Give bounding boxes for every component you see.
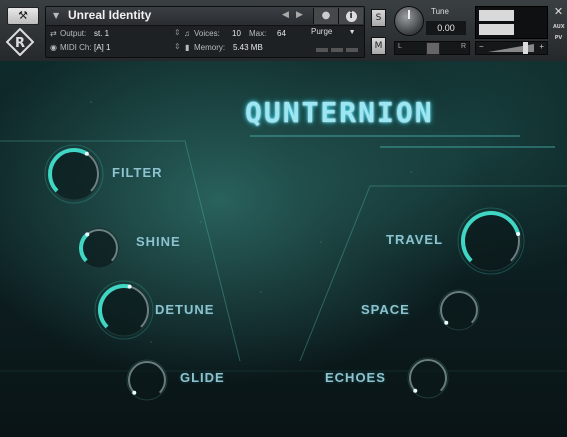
instrument-header-panel: ▼ Unreal Identity ◀ ▶ ● i ⇄ Output: st. … bbox=[45, 6, 365, 58]
level-meter bbox=[475, 6, 548, 39]
pan-slider[interactable]: L R bbox=[394, 41, 470, 55]
output-stepper-icon[interactable]: ⇕ bbox=[174, 28, 181, 37]
aux-button[interactable]: AUX bbox=[553, 24, 565, 33]
memory-icon: ▮ bbox=[185, 43, 190, 52]
wrench-icon[interactable]: ⚒ bbox=[7, 7, 39, 25]
instrument-title-row: ▼ Unreal Identity ◀ ▶ ● i bbox=[46, 7, 364, 26]
purge-label: Purge bbox=[311, 27, 333, 36]
tune-knob-pointer bbox=[408, 10, 410, 19]
mute-button[interactable]: M bbox=[371, 37, 386, 55]
voices-value: 10 bbox=[232, 29, 241, 38]
midi-channel-label: MIDI Ch: bbox=[60, 43, 92, 52]
svg-text:R: R bbox=[15, 36, 25, 51]
knob-indicator bbox=[132, 390, 137, 395]
purge-menu[interactable]: Purge ▼ bbox=[311, 27, 361, 40]
info-button[interactable]: i bbox=[338, 8, 363, 24]
next-instrument-icon[interactable]: ▶ bbox=[296, 10, 303, 20]
echoes-knob[interactable] bbox=[403, 353, 453, 403]
knob-indicator bbox=[85, 232, 90, 237]
previous-instrument-icon[interactable]: ◀ bbox=[282, 10, 289, 20]
echoes-label: ECHOES bbox=[325, 370, 386, 385]
output-arrows-icon: ⇄ bbox=[50, 29, 57, 38]
midi-icon: ◉ bbox=[50, 43, 57, 52]
volume-slider-handle[interactable] bbox=[523, 42, 528, 54]
output-label: Output: bbox=[60, 29, 87, 38]
voices-label: Voices: bbox=[194, 29, 220, 38]
knob-indicator bbox=[516, 232, 521, 237]
brand-title: QUNTERNION bbox=[245, 96, 434, 129]
pan-left-label: L bbox=[398, 43, 402, 50]
shine-label: SHINE bbox=[136, 234, 181, 249]
pv-button[interactable]: PV bbox=[553, 35, 564, 44]
space-label: SPACE bbox=[361, 302, 410, 317]
knob-indicator bbox=[84, 151, 89, 156]
memory-label: Memory: bbox=[194, 43, 226, 52]
knob-indicator bbox=[127, 284, 132, 289]
filter-label: FILTER bbox=[112, 165, 163, 180]
travel-label: TRAVEL bbox=[386, 232, 444, 247]
memory-value: 5.43 MB bbox=[233, 43, 263, 52]
voices-icon: ♫ bbox=[184, 29, 190, 38]
knob-indicator bbox=[413, 388, 418, 393]
filter-knob[interactable] bbox=[43, 143, 105, 205]
tune-value[interactable]: 0.00 bbox=[426, 21, 466, 35]
tune-label: Tune bbox=[431, 7, 449, 16]
knob-indicator bbox=[444, 320, 449, 325]
midi-channel-value[interactable]: [A] 1 bbox=[94, 43, 110, 52]
solo-button[interactable]: S bbox=[371, 9, 386, 27]
max-voices-value[interactable]: 64 bbox=[277, 29, 286, 38]
collapse-caret-icon[interactable]: ▼ bbox=[53, 11, 59, 20]
shine-knob[interactable] bbox=[74, 223, 124, 273]
space-knob[interactable] bbox=[434, 285, 484, 335]
disk-meter bbox=[331, 48, 343, 52]
camera-icon[interactable]: ● bbox=[313, 8, 338, 24]
tune-knob[interactable] bbox=[394, 6, 424, 36]
rhythmic-robot-logo-icon: R bbox=[6, 28, 34, 56]
glide-label: GLIDE bbox=[180, 370, 225, 385]
close-icon[interactable]: ✕ bbox=[553, 6, 564, 17]
volume-slider[interactable]: − + bbox=[475, 41, 548, 55]
volume-plus-label: + bbox=[539, 42, 544, 51]
info-icon: i bbox=[345, 11, 357, 22]
kontakt-header: ⚒ R ▼ Unreal Identity ◀ ▶ ● i ⇄ Output: … bbox=[0, 0, 567, 62]
purge-dropdown-icon: ▼ bbox=[348, 29, 356, 36]
detune-knob[interactable] bbox=[93, 279, 155, 341]
level-meter-right bbox=[479, 24, 514, 35]
level-meter-left bbox=[479, 10, 514, 21]
output-value[interactable]: st. 1 bbox=[94, 29, 109, 38]
memory-meter bbox=[346, 48, 358, 52]
detune-label: DETUNE bbox=[155, 302, 215, 317]
glide-knob[interactable] bbox=[122, 355, 172, 405]
max-voices-label: Max: bbox=[249, 29, 267, 38]
travel-knob[interactable] bbox=[456, 206, 526, 276]
instrument-panel: QUNTERNION FILTER SHINE DETUNE GLIDE TRA… bbox=[0, 61, 567, 437]
volume-minus-label: − bbox=[479, 42, 484, 51]
pan-slider-handle[interactable] bbox=[426, 42, 440, 55]
instrument-name[interactable]: Unreal Identity bbox=[68, 8, 151, 22]
cpu-meter bbox=[316, 48, 328, 52]
midi-stepper-icon[interactable]: ⇕ bbox=[174, 42, 181, 51]
pan-right-label: R bbox=[460, 43, 466, 50]
